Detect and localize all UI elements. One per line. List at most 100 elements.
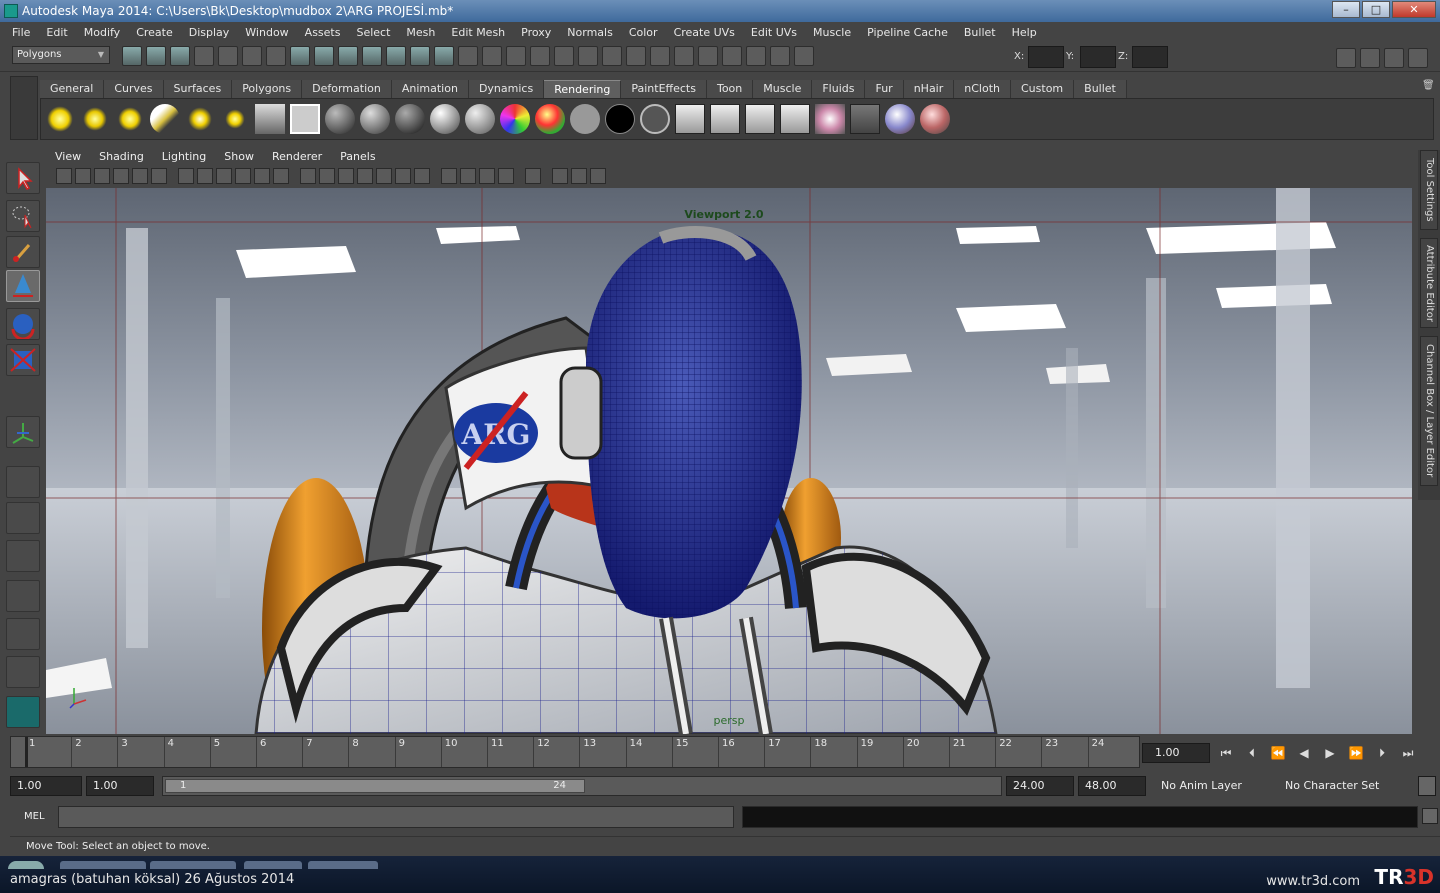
render-view-icon[interactable]: [675, 104, 705, 134]
rotate-tool-icon[interactable]: [6, 308, 40, 341]
trash-icon[interactable]: 🗑: [1422, 80, 1435, 94]
script-editor-icon[interactable]: [1422, 808, 1438, 824]
film-gate-icon[interactable]: [197, 168, 213, 184]
shelf-menu[interactable]: [10, 76, 38, 140]
blinn-icon[interactable]: [325, 104, 355, 134]
surface-shader-icon[interactable]: [570, 104, 600, 134]
tab-animation[interactable]: Animation: [391, 80, 469, 98]
select-hierarchy-icon[interactable]: [194, 46, 214, 66]
menu-file[interactable]: File: [4, 26, 38, 39]
paint-select-icon[interactable]: [6, 236, 40, 268]
tab-nhair[interactable]: nHair: [903, 80, 955, 98]
resolution-gate-icon[interactable]: [216, 168, 232, 184]
share-icon[interactable]: [590, 168, 606, 184]
xray-active-icon[interactable]: [552, 168, 568, 184]
taskbar-item[interactable]: [244, 861, 302, 869]
wireframe-icon[interactable]: [300, 168, 316, 184]
command-input[interactable]: [58, 806, 734, 828]
render-settings-icon[interactable]: [554, 46, 574, 66]
phong-icon[interactable]: [395, 104, 425, 134]
use-background-icon[interactable]: [605, 104, 635, 134]
render-frame-icon[interactable]: [506, 46, 526, 66]
tab-general[interactable]: General: [40, 80, 105, 98]
gate-mask-icon[interactable]: [235, 168, 251, 184]
ambient-occlusion-icon[interactable]: [414, 168, 430, 184]
grease-pencil-icon[interactable]: [151, 168, 167, 184]
lock-icon[interactable]: [458, 46, 478, 66]
menu-assets[interactable]: Assets: [297, 26, 349, 39]
anisotropic-icon[interactable]: [465, 104, 495, 134]
minimize-button[interactable]: –: [1332, 1, 1360, 18]
ipr-render-icon[interactable]: [530, 46, 550, 66]
hypershade-layout-icon[interactable]: [6, 618, 40, 650]
open-scene-icon[interactable]: [146, 46, 166, 66]
play-forwards-icon[interactable]: ▶: [1320, 744, 1340, 762]
play-backwards-icon[interactable]: ◀: [1294, 744, 1314, 762]
playback-end-field[interactable]: 24.00: [1006, 776, 1074, 796]
tab-surfaces[interactable]: Surfaces: [163, 80, 233, 98]
current-frame-field[interactable]: 1.00: [1142, 743, 1210, 763]
go-to-end-icon[interactable]: ⏭: [1398, 744, 1418, 762]
isolate-select-icon[interactable]: [525, 168, 541, 184]
step-back-frame-icon[interactable]: ⏴: [1242, 744, 1262, 762]
material-viewer-icon[interactable]: [290, 104, 320, 134]
persp-graph-outliner-layout-icon[interactable]: [6, 656, 40, 688]
persp-graph-layout-icon[interactable]: [6, 580, 40, 612]
step-back-key-icon[interactable]: ⏪: [1268, 744, 1288, 762]
tool-settings-toggle-icon[interactable]: [1384, 48, 1404, 68]
graph-icon[interactable]: [650, 46, 670, 66]
ipr-icon[interactable]: [745, 104, 775, 134]
anti-aliasing-icon[interactable]: [460, 168, 476, 184]
close-button[interactable]: ✕: [1392, 1, 1436, 18]
input-line-icon[interactable]: [674, 46, 694, 66]
viewport-menu-show[interactable]: Show: [215, 150, 263, 166]
menu-create[interactable]: Create: [128, 26, 181, 39]
attribute-editor-toggle-icon[interactable]: [1360, 48, 1380, 68]
channels-icon[interactable]: [746, 46, 766, 66]
current-time-marker[interactable]: [25, 737, 28, 767]
key-icon[interactable]: [1394, 776, 1412, 796]
tab-fluids[interactable]: Fluids: [812, 80, 866, 98]
camera-aim-icon[interactable]: [255, 104, 285, 134]
menu-window[interactable]: Window: [237, 26, 296, 39]
maximize-button[interactable]: □: [1362, 1, 1390, 18]
ambient-light-icon[interactable]: [45, 104, 75, 134]
menu-pipeline-cache[interactable]: Pipeline Cache: [859, 26, 956, 39]
menu-edit-mesh[interactable]: Edit Mesh: [443, 26, 513, 39]
safe-action-icon[interactable]: [273, 168, 289, 184]
render-region-icon[interactable]: [602, 46, 622, 66]
2d-pan-zoom-icon[interactable]: [132, 168, 148, 184]
x-field[interactable]: [1028, 46, 1064, 68]
smooth-shade-icon[interactable]: [319, 168, 335, 184]
ramp-shader-icon[interactable]: [535, 104, 565, 134]
snap-surface-icon[interactable]: [386, 46, 406, 66]
step-forward-frame-icon[interactable]: ⏵: [1372, 744, 1392, 762]
lasso-tool-icon[interactable]: [6, 200, 40, 232]
tab-rendering[interactable]: Rendering: [544, 80, 622, 98]
tab-attribute-editor[interactable]: Attribute Editor: [1420, 238, 1438, 328]
viewport-menu-renderer[interactable]: Renderer: [263, 150, 331, 166]
four-view-layout-icon[interactable]: [6, 502, 40, 534]
new-scene-icon[interactable]: [122, 46, 142, 66]
shadows-icon[interactable]: [395, 168, 411, 184]
viewport-menu-panels[interactable]: Panels: [331, 150, 384, 166]
tab-tool-settings[interactable]: Tool Settings: [1420, 150, 1438, 230]
tab-curves[interactable]: Curves: [104, 80, 164, 98]
use-all-lights-icon[interactable]: [376, 168, 392, 184]
layout-icon[interactable]: [770, 46, 790, 66]
spot-light-icon[interactable]: [150, 104, 180, 134]
tab-bullet[interactable]: Bullet: [1074, 80, 1127, 98]
viewport-menu-lighting[interactable]: Lighting: [153, 150, 215, 166]
tab-ncloth[interactable]: nCloth: [954, 80, 1011, 98]
image-plane-icon[interactable]: [113, 168, 129, 184]
menu-edit[interactable]: Edit: [38, 26, 75, 39]
xray-joints-icon[interactable]: [571, 168, 587, 184]
menu-edit-uvs[interactable]: Edit UVs: [743, 26, 805, 39]
bookmark-icon[interactable]: [94, 168, 110, 184]
hypershade-shelf-icon[interactable]: [815, 104, 845, 134]
taskbar-item[interactable]: [150, 861, 236, 869]
tab-dynamics[interactable]: Dynamics: [468, 80, 545, 98]
persp-outliner-layout-icon[interactable]: [6, 540, 40, 572]
channel-box-toggle-icon[interactable]: [1408, 48, 1428, 68]
snap-live-icon[interactable]: [410, 46, 430, 66]
